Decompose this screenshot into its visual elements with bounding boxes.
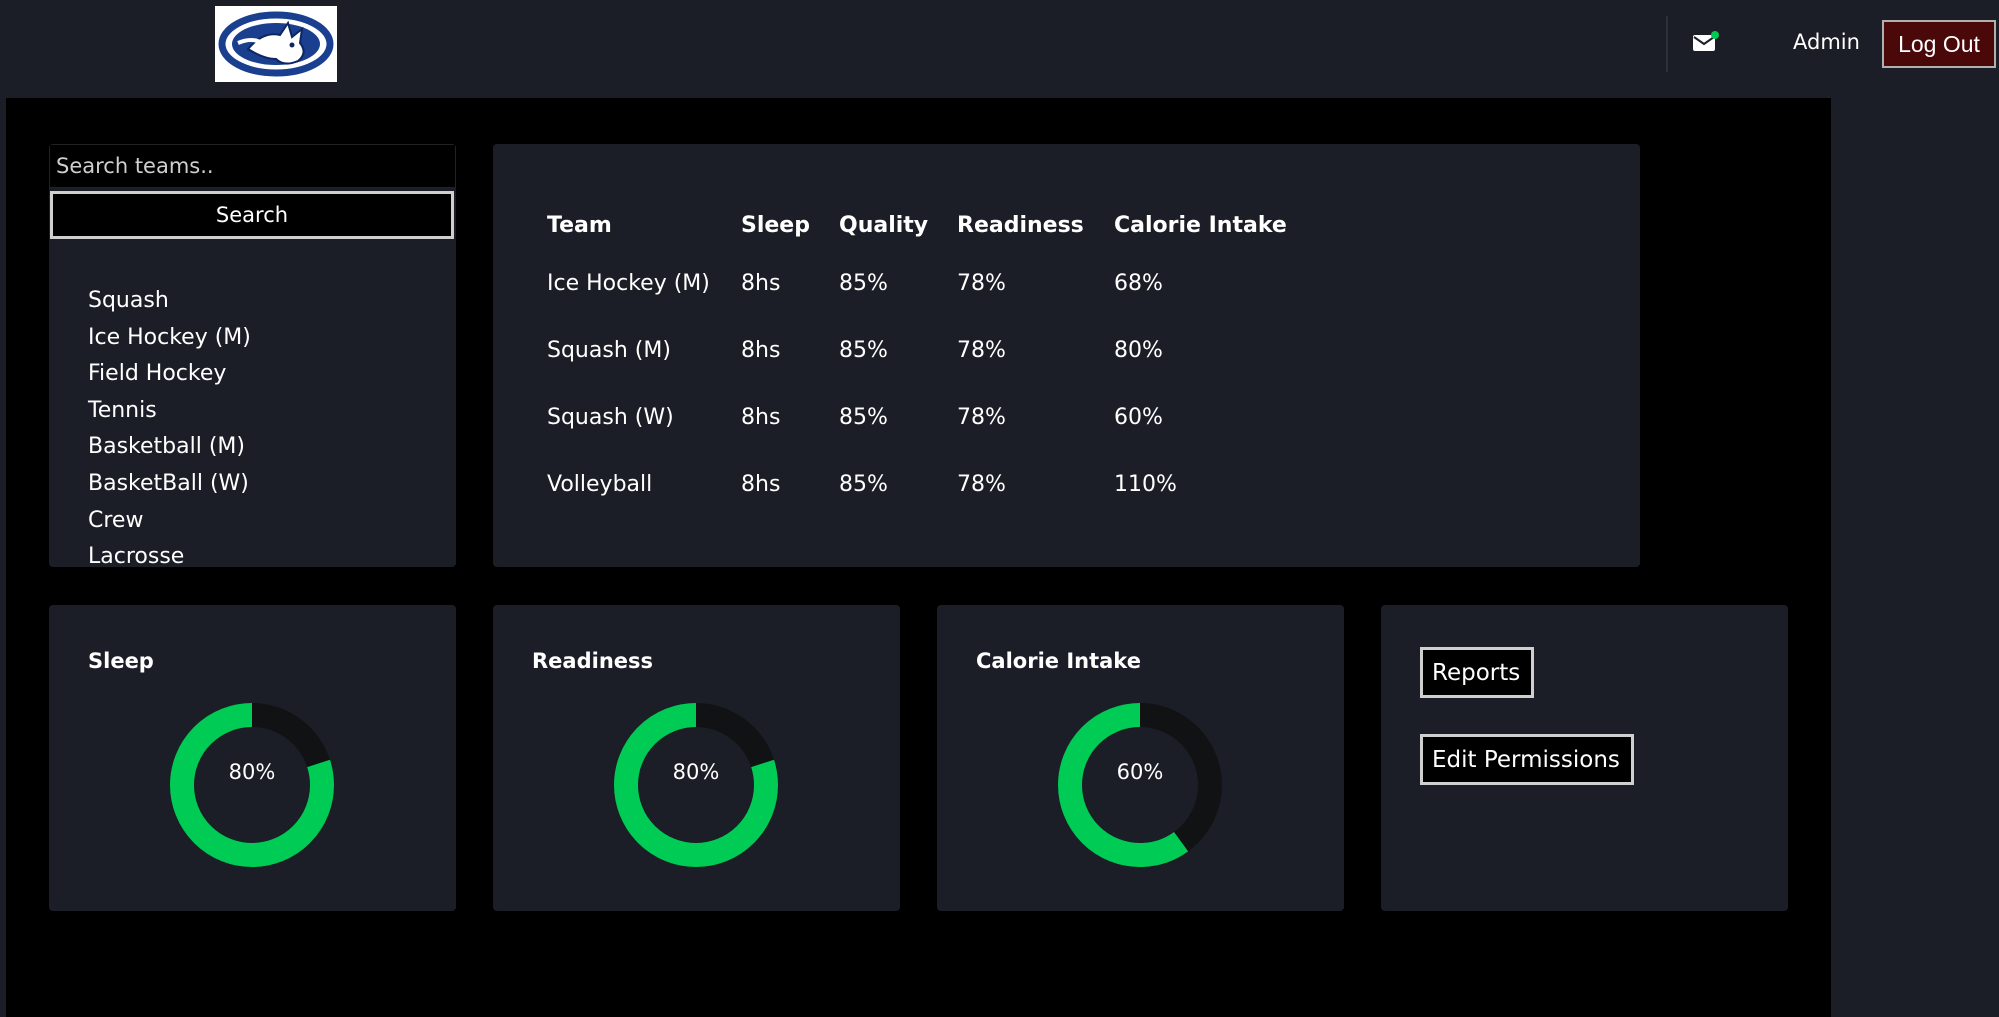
header-divider <box>1666 16 1668 72</box>
actions-card: Reports Edit Permissions <box>1381 605 1788 911</box>
cell-sleep: 8hs <box>741 472 781 497</box>
team-list-item[interactable]: Lacrosse <box>88 539 251 567</box>
cell-readiness: 78% <box>957 472 1006 497</box>
cell-quality: 85% <box>839 472 888 497</box>
cell-quality: 85% <box>839 338 888 363</box>
edit-permissions-button[interactable]: Edit Permissions <box>1420 734 1634 785</box>
team-list: Squash Ice Hockey (M) Field Hockey Tenni… <box>88 283 251 567</box>
cell-team: Ice Hockey (M) <box>547 271 710 296</box>
team-list-item[interactable]: Squash <box>88 283 251 320</box>
team-logo <box>215 6 337 82</box>
search-button[interactable]: Search <box>50 191 454 239</box>
notification-dot-icon <box>1711 31 1719 39</box>
table-row: Ice Hockey (M) 8hs 85% 78% 68% <box>547 250 1314 317</box>
team-stats-card: Team Sleep Quality Readiness Calorie Int… <box>493 144 1640 567</box>
column-header-calorie-intake: Calorie Intake <box>1114 212 1287 238</box>
donut-percent-label: 80% <box>228 760 276 784</box>
admin-label[interactable]: Admin <box>1793 30 1860 54</box>
team-search-panel: Search Squash Ice Hockey (M) Field Hocke… <box>49 144 456 567</box>
cell-sleep: 8hs <box>741 338 781 363</box>
table-row: Volleyball 8hs 85% 78% 110% <box>547 451 1314 518</box>
cell-team: Squash (M) <box>547 338 671 363</box>
reports-button[interactable]: Reports <box>1420 647 1534 698</box>
team-list-item[interactable]: BasketBall (W) <box>88 466 251 503</box>
cell-calorie-intake: 80% <box>1114 338 1163 363</box>
cell-team: Volleyball <box>547 472 653 497</box>
cell-calorie-intake: 110% <box>1114 472 1177 497</box>
column-header-quality: Quality <box>839 212 929 238</box>
logout-button[interactable]: Log Out <box>1882 20 1996 68</box>
donut-percent-label: 80% <box>672 760 720 784</box>
donut-percent-label: 60% <box>1116 760 1164 784</box>
cell-sleep: 8hs <box>741 405 781 430</box>
cell-sleep: 8hs <box>741 271 781 296</box>
team-list-item[interactable]: Tennis <box>88 393 251 430</box>
donkey-logo-icon <box>218 11 334 77</box>
sleep-donut-card: Sleep 80% <box>49 605 456 911</box>
team-list-item[interactable]: Ice Hockey (M) <box>88 320 251 357</box>
cell-readiness: 78% <box>957 338 1006 363</box>
table-row: Squash (M) 8hs 85% 78% 80% <box>547 317 1314 384</box>
cell-readiness: 78% <box>957 405 1006 430</box>
donut-title: Sleep <box>88 649 154 673</box>
team-list-item[interactable]: Crew <box>88 503 251 540</box>
search-input[interactable] <box>49 144 456 188</box>
cell-calorie-intake: 68% <box>1114 271 1163 296</box>
sleep-donut-chart <box>170 703 334 867</box>
cell-quality: 85% <box>839 405 888 430</box>
column-header-readiness: Readiness <box>957 212 1084 238</box>
cell-calorie-intake: 60% <box>1114 405 1163 430</box>
donut-title: Readiness <box>532 649 654 673</box>
table-row: Squash (W) 8hs 85% 78% 60% <box>547 384 1314 451</box>
donut-title: Calorie Intake <box>976 649 1141 673</box>
team-list-item[interactable]: Field Hockey <box>88 356 251 393</box>
cell-quality: 85% <box>839 271 888 296</box>
top-header: Admin Log Out <box>0 0 1999 98</box>
column-header-team: Team <box>547 212 612 238</box>
mail-icon[interactable] <box>1693 30 1719 52</box>
readiness-donut-chart <box>614 703 778 867</box>
right-strip <box>1831 98 1999 1017</box>
column-header-sleep: Sleep <box>741 212 810 238</box>
calorie-donut-chart <box>1058 703 1222 867</box>
readiness-donut-card: Readiness 80% <box>493 605 900 911</box>
calorie-donut-card: Calorie Intake 60% <box>937 605 1344 911</box>
team-stats-table: Team Sleep Quality Readiness Calorie Int… <box>547 200 1314 518</box>
cell-readiness: 78% <box>957 271 1006 296</box>
table-header-row: Team Sleep Quality Readiness Calorie Int… <box>547 200 1314 250</box>
cell-team: Squash (W) <box>547 405 674 430</box>
team-list-item[interactable]: Basketball (M) <box>88 429 251 466</box>
